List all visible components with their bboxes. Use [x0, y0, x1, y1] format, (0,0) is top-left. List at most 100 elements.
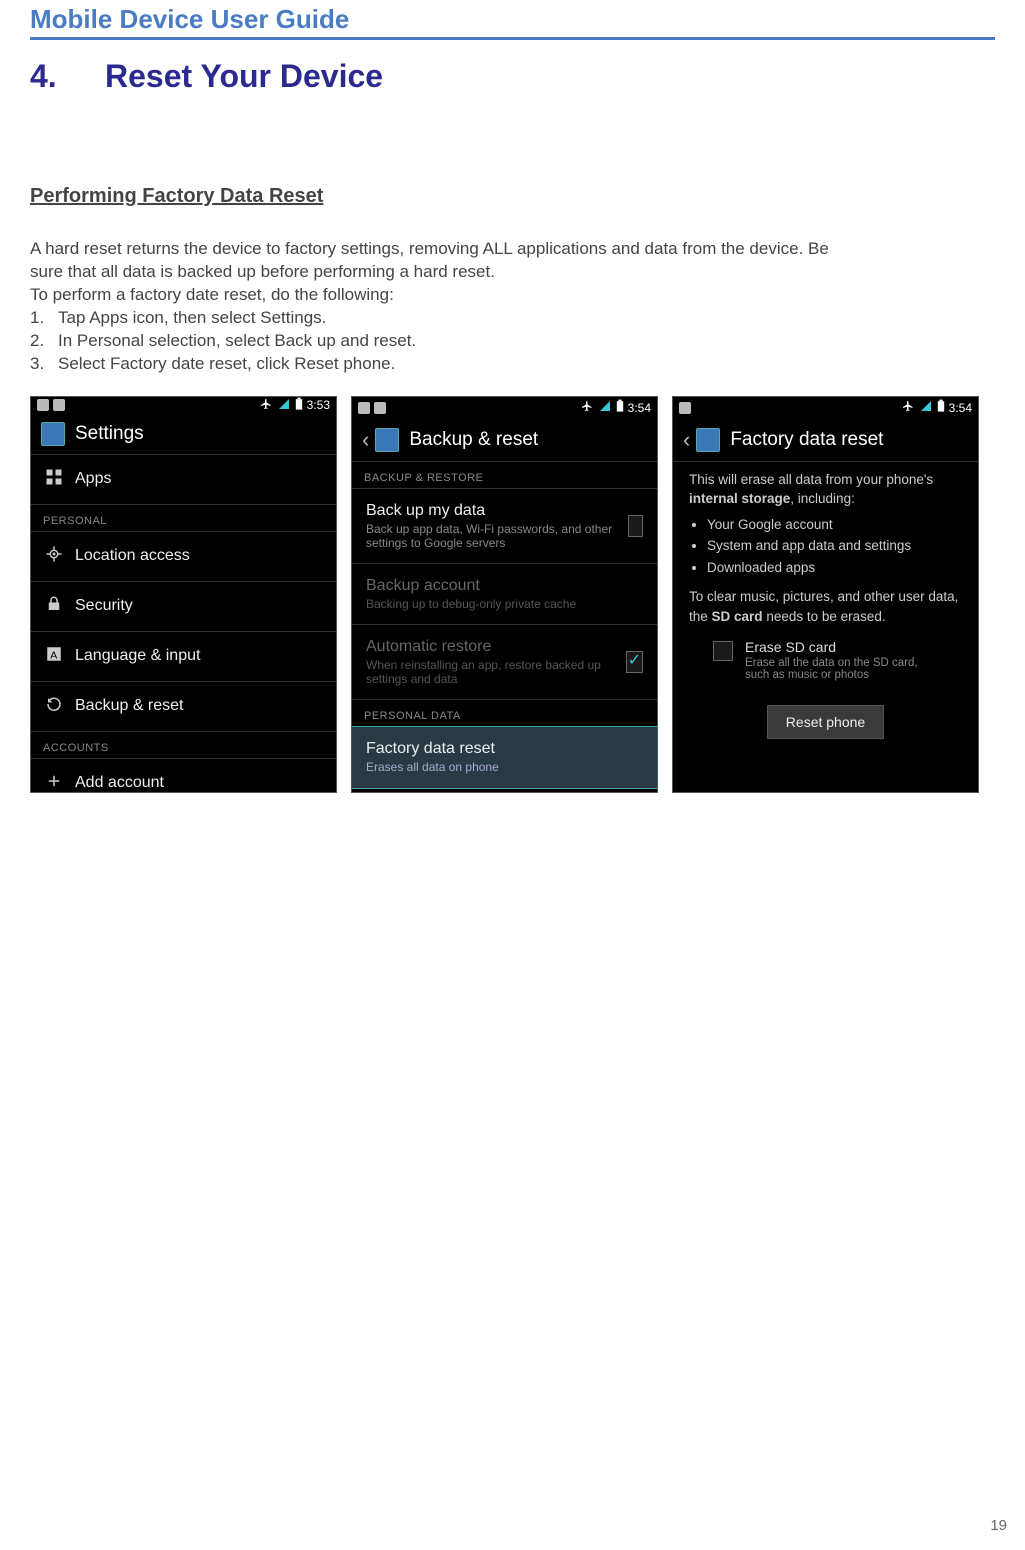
screen-title-bar: ‹ Backup & reset: [352, 419, 657, 462]
checkbox[interactable]: [628, 515, 643, 537]
settings-icon: [696, 428, 720, 452]
info-text: , including:: [790, 491, 855, 506]
body-text: A hard reset returns the device to facto…: [30, 238, 850, 376]
screen-title: Backup & reset: [409, 429, 538, 451]
back-chevron-icon[interactable]: ‹: [683, 427, 690, 453]
checkbox[interactable]: [713, 641, 733, 661]
plus-icon: [45, 772, 63, 793]
apps-icon: [45, 468, 63, 491]
lock-icon: [45, 595, 63, 618]
signal-icon: [919, 400, 933, 415]
info-text: This will erase all data from your phone…: [689, 472, 933, 487]
row-label: Backup & reset: [75, 697, 184, 715]
section-subheading: Performing Factory Data Reset: [30, 185, 995, 208]
row-label: Language & input: [75, 647, 200, 665]
row-back-up-my-data[interactable]: Back up my data Back up app data, Wi-Fi …: [352, 489, 657, 564]
settings-icon: [41, 422, 65, 446]
row-erase-sd-card[interactable]: Erase SD card Erase all the data on the …: [673, 629, 978, 687]
step-number: 3.: [30, 353, 58, 376]
battery-icon: [937, 399, 945, 416]
back-chevron-icon[interactable]: ‹: [362, 427, 369, 453]
info-text-bold: internal storage: [689, 491, 790, 506]
row-label: Apps: [75, 470, 111, 488]
status-icon: [37, 399, 49, 411]
status-bar: 3:54: [352, 397, 657, 419]
settings-row-security[interactable]: Security: [31, 582, 336, 632]
row-title: Backup account: [366, 577, 480, 594]
section-label-personal-data: PERSONAL DATA: [352, 700, 657, 727]
status-time: 3:54: [949, 401, 972, 415]
settings-row-apps[interactable]: Apps: [31, 455, 336, 505]
intro-paragraph: A hard reset returns the device to facto…: [30, 238, 850, 284]
screenshot-factory-data-reset: 3:54 ‹ Factory data reset This will eras…: [672, 396, 979, 793]
step-text: Select Factory date reset, click Reset p…: [58, 354, 395, 373]
status-time: 3:54: [628, 401, 651, 415]
row-subtitle: Back up app data, Wi-Fi passwords, and o…: [366, 522, 616, 550]
section-label-accounts: ACCOUNTS: [31, 732, 336, 759]
status-time: 3:53: [307, 398, 330, 412]
chapter-number: 4.: [30, 58, 105, 95]
list-item: System and app data and settings: [707, 536, 962, 556]
row-label: Add account: [75, 774, 164, 792]
checkbox-checked: [626, 651, 643, 673]
step-text: In Personal selection, select Back up an…: [58, 331, 416, 350]
page-number: 19: [990, 1517, 1007, 1534]
status-icon: [679, 402, 691, 414]
row-title: Erase SD card: [745, 639, 945, 655]
language-icon: A: [45, 645, 63, 668]
status-icon: [374, 402, 386, 414]
list-item: Your Google account: [707, 515, 962, 535]
battery-icon: [616, 399, 624, 416]
airplane-icon: [580, 400, 594, 415]
info-text-bold: SD card: [712, 609, 763, 624]
row-subtitle: Backing up to debug-only private cache: [366, 597, 576, 611]
signal-icon: [277, 398, 291, 413]
section-label-personal: PERSONAL: [31, 505, 336, 532]
row-factory-data-reset[interactable]: Factory data reset Erases all data on ph…: [352, 727, 657, 788]
step-number: 2.: [30, 330, 58, 353]
settings-row-location[interactable]: Location access: [31, 532, 336, 582]
settings-icon: [375, 428, 399, 452]
signal-icon: [598, 400, 612, 415]
screenshot-row: 3:53 Settings Apps PERSONAL Location acc…: [30, 396, 995, 793]
row-backup-account: Backup account Backing up to debug-only …: [352, 564, 657, 625]
chapter-heading: 4.Reset Your Device: [30, 58, 995, 95]
status-icon: [53, 399, 65, 411]
status-icon: [358, 402, 370, 414]
svg-text:A: A: [50, 649, 57, 661]
settings-row-backup-reset[interactable]: Backup & reset: [31, 682, 336, 732]
settings-row-language[interactable]: A Language & input: [31, 632, 336, 682]
row-title: Back up my data: [366, 502, 485, 519]
airplane-icon: [901, 400, 915, 415]
settings-row-add-account[interactable]: Add account: [31, 759, 336, 793]
info-bullet-list: Your Google account System and app data …: [689, 515, 962, 578]
battery-icon: [295, 397, 303, 414]
intro-line: To perform a factory date reset, do the …: [30, 284, 850, 307]
screen-title-bar: Settings: [31, 414, 336, 455]
screenshot-settings: 3:53 Settings Apps PERSONAL Location acc…: [30, 396, 337, 793]
row-label: Security: [75, 597, 133, 615]
location-icon: [45, 545, 63, 568]
chapter-title: Reset Your Device: [105, 58, 383, 94]
row-title: Automatic restore: [366, 638, 491, 655]
row-title: Factory data reset: [366, 740, 495, 757]
step-text: Tap Apps icon, then select Settings.: [58, 308, 326, 327]
row-subtitle: Erases all data on phone: [366, 760, 499, 774]
row-label: Location access: [75, 547, 190, 565]
row-subtitle: Erase all the data on the SD card, such …: [745, 657, 945, 681]
section-label-backup-restore: BACKUP & RESTORE: [352, 462, 657, 489]
airplane-icon: [259, 398, 273, 413]
step-number: 1.: [30, 307, 58, 330]
info-text: needs to be erased.: [763, 609, 886, 624]
reset-phone-button[interactable]: Reset phone: [767, 705, 884, 739]
document-header: Mobile Device User Guide: [30, 0, 995, 40]
status-bar: 3:54: [673, 397, 978, 419]
screen-title: Settings: [75, 423, 144, 445]
status-bar: 3:53: [31, 397, 336, 414]
row-automatic-restore: Automatic restore When reinstalling an a…: [352, 625, 657, 700]
backup-icon: [45, 695, 63, 718]
list-item: Downloaded apps: [707, 558, 962, 578]
screenshot-backup-reset: 3:54 ‹ Backup & reset BACKUP & RESTORE B…: [351, 396, 658, 793]
screen-title: Factory data reset: [730, 429, 883, 451]
row-subtitle: When reinstalling an app, restore backed…: [366, 658, 614, 686]
